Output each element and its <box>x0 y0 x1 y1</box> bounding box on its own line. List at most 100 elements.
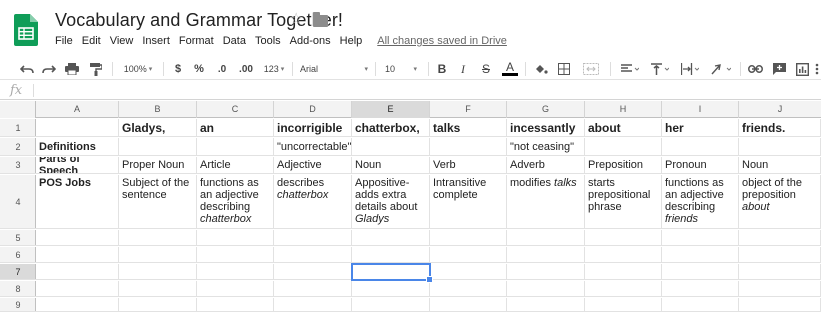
cell-f8[interactable] <box>430 281 507 296</box>
menu-tools[interactable]: Tools <box>255 34 281 48</box>
cell-i4[interactable]: functions as an adjective describing fri… <box>662 175 739 228</box>
column-header-e[interactable]: E <box>352 101 430 118</box>
cell-a6[interactable] <box>36 247 119 262</box>
cell-c1[interactable]: an <box>197 119 274 136</box>
column-header-d[interactable]: D <box>274 101 352 118</box>
cell-f4[interactable]: Intransitive complete <box>430 175 507 228</box>
cell-f5[interactable] <box>430 230 507 245</box>
cell-c4[interactable]: functions as an adjective describing cha… <box>197 175 274 228</box>
cell-f6[interactable] <box>430 247 507 262</box>
cell-b3[interactable]: Proper Noun <box>119 157 197 173</box>
cell-a4[interactable]: POS Jobs <box>36 175 119 228</box>
menu-file[interactable]: File <box>55 34 73 48</box>
cell-j8[interactable] <box>739 281 821 296</box>
row-header-9[interactable]: 9 <box>0 298 36 311</box>
cell-a3[interactable]: Parts of Speech <box>36 157 119 173</box>
column-header-j[interactable]: J <box>739 101 821 118</box>
insert-link-icon[interactable] <box>746 60 764 78</box>
cell-b5[interactable] <box>119 230 197 245</box>
italic-button[interactable]: I <box>456 60 470 78</box>
cell-d8[interactable] <box>274 281 352 296</box>
cell-e2[interactable] <box>352 138 430 155</box>
cell-h3[interactable]: Preposition <box>585 157 662 173</box>
cell-g2[interactable]: "not ceasing" <box>507 138 585 155</box>
text-rotation-icon[interactable] <box>708 60 734 78</box>
cell-c7[interactable] <box>197 264 274 279</box>
cell-h8[interactable] <box>585 281 662 296</box>
fill-color-icon[interactable] <box>533 60 549 78</box>
decrease-decimal-button[interactable]: .0 <box>213 60 231 78</box>
cell-i6[interactable] <box>662 247 739 262</box>
column-header-c[interactable]: C <box>197 101 274 118</box>
cell-i2[interactable] <box>662 138 739 155</box>
insert-comment-icon[interactable] <box>770 60 788 78</box>
cell-e1[interactable]: chatterbox, <box>352 119 430 136</box>
cell-d1[interactable]: incorrigible <box>274 119 352 136</box>
cell-h9[interactable] <box>585 298 662 311</box>
formula-input[interactable] <box>40 84 810 98</box>
print-icon[interactable] <box>63 60 81 78</box>
text-wrap-icon[interactable] <box>678 60 702 78</box>
cell-j9[interactable] <box>739 298 821 311</box>
cell-b2[interactable] <box>119 138 197 155</box>
cell-f1[interactable]: talks <box>430 119 507 136</box>
cell-j1[interactable]: friends. <box>739 119 821 136</box>
redo-icon[interactable] <box>40 60 58 78</box>
column-header-a[interactable]: A <box>36 101 119 118</box>
align-left-icon[interactable] <box>618 60 642 78</box>
cell-g4[interactable]: modifies talks <box>507 175 585 228</box>
cell-d5[interactable] <box>274 230 352 245</box>
cell-b4[interactable]: Subject of the sentence <box>119 175 197 228</box>
cell-h5[interactable] <box>585 230 662 245</box>
column-header-b[interactable]: B <box>119 101 197 118</box>
percent-format-button[interactable]: % <box>192 60 206 78</box>
cell-i8[interactable] <box>662 281 739 296</box>
more-formats-select[interactable]: 123 ▾ <box>261 60 287 78</box>
cell-a2[interactable]: Definitions <box>36 138 119 155</box>
menu-addons[interactable]: Add-ons <box>290 34 331 48</box>
cell-h1[interactable]: about <box>585 119 662 136</box>
star-icon[interactable]: ☆ <box>289 12 303 28</box>
menu-insert[interactable]: Insert <box>142 34 170 48</box>
cell-a1[interactable] <box>36 119 119 136</box>
select-all-corner[interactable] <box>0 101 36 118</box>
cell-j3[interactable]: Noun <box>739 157 821 173</box>
cell-h6[interactable] <box>585 247 662 262</box>
cell-c6[interactable] <box>197 247 274 262</box>
strikethrough-button[interactable]: S <box>479 60 493 78</box>
cell-g6[interactable] <box>507 247 585 262</box>
insert-chart-icon[interactable] <box>793 60 811 78</box>
cell-c2[interactable] <box>197 138 274 155</box>
cell-a8[interactable] <box>36 281 119 296</box>
cell-h2[interactable] <box>585 138 662 155</box>
merge-cells-icon[interactable] <box>580 60 602 78</box>
menu-view[interactable]: View <box>110 34 134 48</box>
cell-h4[interactable]: starts prepositional phrase <box>585 175 662 228</box>
row-header-8[interactable]: 8 <box>0 281 36 296</box>
cell-a9[interactable] <box>36 298 119 311</box>
more-tools-icon[interactable] <box>813 60 821 78</box>
cell-b7[interactable] <box>119 264 197 279</box>
cell-c8[interactable] <box>197 281 274 296</box>
cell-d7[interactable] <box>274 264 352 279</box>
cell-g5[interactable] <box>507 230 585 245</box>
currency-format-button[interactable]: $ <box>171 60 185 78</box>
cell-i3[interactable]: Pronoun <box>662 157 739 173</box>
save-status-link[interactable]: All changes saved in Drive <box>377 34 507 48</box>
cell-e9[interactable] <box>352 298 430 311</box>
cell-g7[interactable] <box>507 264 585 279</box>
font-select[interactable]: Arial ▾ <box>300 60 368 78</box>
cell-c3[interactable]: Article <box>197 157 274 173</box>
folder-icon[interactable] <box>313 12 329 27</box>
cell-d6[interactable] <box>274 247 352 262</box>
cell-j5[interactable] <box>739 230 821 245</box>
cell-c5[interactable] <box>197 230 274 245</box>
cell-e3[interactable]: Noun <box>352 157 430 173</box>
cell-b9[interactable] <box>119 298 197 311</box>
cell-f9[interactable] <box>430 298 507 311</box>
cell-g1[interactable]: incessantly <box>507 119 585 136</box>
borders-icon[interactable] <box>556 60 572 78</box>
text-color-button[interactable]: A <box>502 60 518 76</box>
cell-e5[interactable] <box>352 230 430 245</box>
cell-f7[interactable] <box>430 264 507 279</box>
